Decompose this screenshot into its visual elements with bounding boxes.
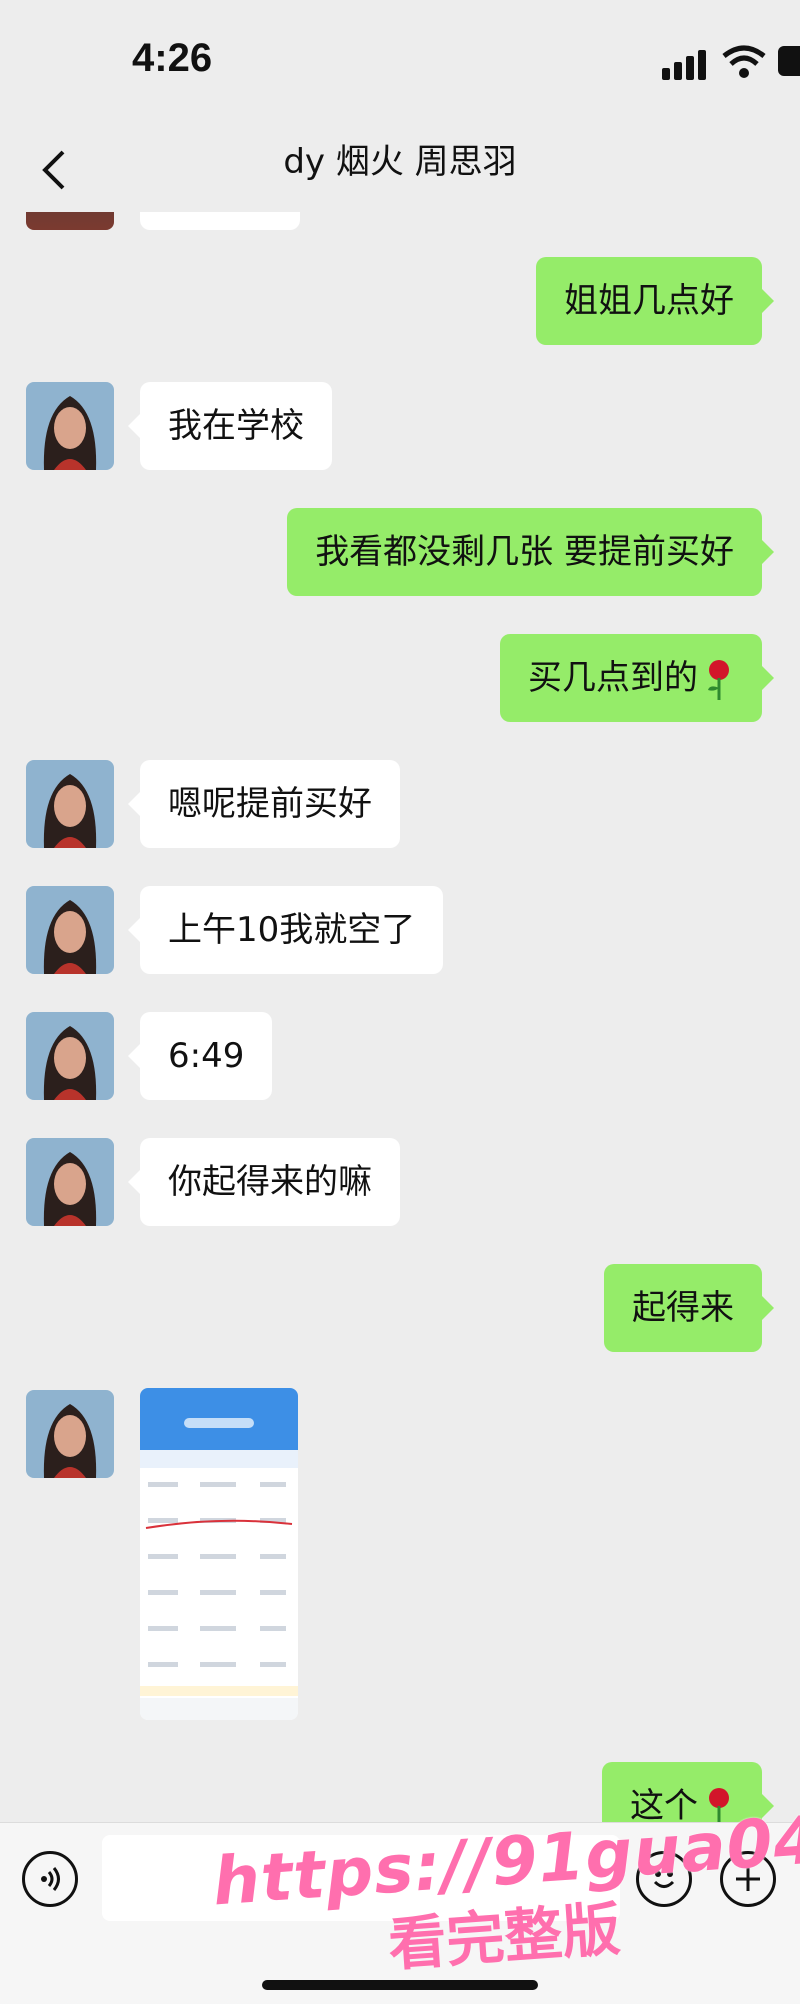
avatar[interactable] bbox=[26, 1138, 114, 1226]
voice-button[interactable] bbox=[22, 1851, 78, 1907]
chat-title: dy 烟火 周思羽 bbox=[283, 142, 517, 182]
screenshot-thumbnail bbox=[140, 1388, 298, 1720]
wifi-icon bbox=[722, 45, 766, 78]
avatar[interactable] bbox=[26, 212, 114, 230]
signal-icon bbox=[662, 50, 710, 80]
message-bubble-sent[interactable]: 我看都没剩几张 要提前买好 bbox=[287, 508, 774, 596]
message-bubble-partial bbox=[140, 212, 300, 230]
battery-icon bbox=[778, 46, 800, 76]
avatar[interactable] bbox=[26, 760, 114, 848]
avatar-image bbox=[26, 1012, 114, 1100]
back-button[interactable] bbox=[28, 140, 78, 200]
message-bubble-received[interactable]: 我在学校 bbox=[128, 382, 332, 470]
image-message[interactable] bbox=[140, 1388, 298, 1720]
message-bubble-received[interactable]: 嗯呢提前买好 bbox=[128, 760, 400, 848]
status-bar: 4:26 bbox=[0, 0, 800, 130]
avatar[interactable] bbox=[26, 382, 114, 470]
avatar[interactable] bbox=[26, 1390, 114, 1478]
home-indicator[interactable] bbox=[262, 1980, 538, 1990]
chat-header: dy 烟火 周思羽 bbox=[0, 130, 800, 212]
avatar-image bbox=[26, 1138, 114, 1226]
message-bubble-sent[interactable]: 起得来 bbox=[604, 1264, 774, 1352]
message-list[interactable]: 姐姐几点好 我在学校 我看都没剩几张 要提前买好 买几点到的 嗯呢提前买好 上午… bbox=[0, 212, 800, 1822]
avatar[interactable] bbox=[26, 886, 114, 974]
avatar-image bbox=[26, 1390, 114, 1478]
message-bubble-received[interactable]: 你起得来的嘛 bbox=[128, 1138, 400, 1226]
message-bubble-sent[interactable]: 姐姐几点好 bbox=[536, 257, 774, 345]
status-time: 4:26 bbox=[132, 36, 213, 80]
message-bubble-sent[interactable]: 买几点到的 bbox=[500, 634, 774, 722]
avatar-image bbox=[26, 886, 114, 974]
chevron-left-icon bbox=[42, 150, 65, 190]
avatar[interactable] bbox=[26, 1012, 114, 1100]
watermark-subtitle: 看完整版 bbox=[386, 1894, 623, 1979]
voice-icon bbox=[41, 1867, 60, 1891]
avatar-image bbox=[26, 382, 114, 470]
message-bubble-received[interactable]: 上午10我就空了 bbox=[127, 886, 444, 974]
message-text: 买几点到的 bbox=[528, 658, 698, 698]
avatar-image bbox=[26, 760, 114, 848]
rose-emoji bbox=[708, 659, 729, 700]
message-bubble-received[interactable]: 6:49 bbox=[127, 1012, 273, 1100]
